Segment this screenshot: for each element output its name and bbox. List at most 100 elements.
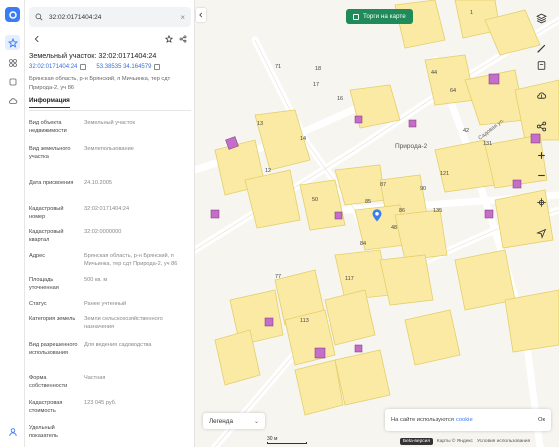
info-row-value: 24.10.2005 [84,180,112,186]
search-icon [35,13,43,21]
info-row: Вид объекта недвижимости Земельный участо… [29,119,191,136]
info-row-value: Земли сельскохозяйственного назначения [84,316,163,331]
plot-number-label: 64 [450,88,456,94]
plot-number-label: 50 [312,197,318,203]
legend-label: Легенда [209,417,233,425]
info-row-key: Площадь уточненная [29,277,59,292]
copy-icon[interactable] [154,64,161,70]
chevron-left-icon [199,12,203,18]
info-row: Форма собственности Частная [29,374,191,391]
app-logo-icon[interactable] [5,7,20,22]
info-row-key: Форма собственности [29,375,68,390]
legend-button[interactable]: Легенда ⌄ [203,413,265,429]
info-row-key: Статус [29,301,47,307]
terms-link[interactable]: Условия использования [477,439,530,444]
checkbox-icon [353,13,359,20]
plot-number-label: 16 [337,96,343,102]
info-row-value: 500 кв. м [84,277,108,283]
frame-icon[interactable] [5,74,20,89]
info-row-value: Для ведения садоводства [84,342,152,348]
cadastral-number-link[interactable]: 32:02:0171404:24 [29,64,77,70]
tab-divider [29,110,191,111]
favorites-star-icon[interactable] [5,35,20,50]
cloud-icon[interactable] [5,93,20,108]
info-row-value: 32:02:0000000 [84,229,122,235]
info-row: Дата присвоения 24.10.2005 [29,179,191,187]
plot-number-label: 135 [433,208,442,214]
share-map-icon[interactable] [532,117,550,135]
plot-number-label: 85 [365,199,371,205]
info-row-value: Брянская область, р-н Брянский, п Мичьин… [84,253,178,268]
geolocation-icon[interactable] [532,224,550,242]
info-row-key: Кадастровый номер [29,206,64,221]
collapse-panel-button[interactable] [196,8,206,22]
info-row-value [80,424,191,441]
info-row: Вид земельного участка Землепользование [29,145,191,162]
copy-icon[interactable] [80,64,87,70]
object-address: Брянская область, р-н Брянский, п Мичьин… [29,76,171,91]
map-view[interactable]: 2171181716131464879085861351311211171137… [195,0,559,447]
info-row: Кадастровый номер 32:02:0171404:24 [29,205,191,222]
chevron-down-icon: ⌄ [253,418,259,425]
info-row-key: Дата присвоения [29,180,74,186]
user-icon[interactable] [5,424,20,439]
search-input[interactable] [49,13,179,21]
info-row-value: Ранее учтенный [84,301,127,307]
ruler-icon[interactable] [532,39,550,57]
plot-number-label: 131 [483,141,492,147]
plot-number-label: 48 [391,225,397,231]
plot-number-label: 86 [399,208,405,214]
info-panel: × Земельный участок: 32:02:0171404:24 32… [25,0,195,447]
zoom-in-icon[interactable] [532,146,550,164]
scale-bar [267,442,307,444]
plot-number-label: 42 [463,128,469,134]
maps-copyright[interactable]: Карты © Яндекс [437,439,473,444]
share-icon[interactable] [179,35,187,43]
plot-number-label: 44 [431,70,437,76]
coords-link[interactable]: 53.38535 34.164579 [96,64,151,70]
plot-number-label: 1 [470,10,473,16]
torgi-toggle-button[interactable]: Торги на карте [346,9,413,24]
info-row: Категория земель Земли сельскохозяйственн… [29,315,191,332]
info-row-key: Категория земель [29,316,76,322]
panel-toolbar [33,33,187,45]
info-row-key: Кадастровый квартал [29,229,64,244]
left-rail [0,0,25,447]
torgi-label: Торги на карте [363,13,406,20]
info-row-key: Адрес [29,253,46,259]
place-label: Природа-2 [395,143,428,150]
compass-icon[interactable] [532,193,550,211]
plot-number-label: 121 [440,171,449,177]
info-row-key: Удельный показатель [29,425,58,440]
plot-number-label: 87 [380,182,386,188]
info-row-value: 123 045 руб. [84,400,117,406]
zoom-out-icon[interactable] [532,166,550,184]
edit-icon[interactable] [532,56,550,74]
plot-number-label: 84 [360,241,366,247]
layers-stack-icon[interactable] [532,9,550,27]
plot-number-label: 18 [315,66,321,72]
info-row-value: Земельный участок [84,120,135,126]
layers-icon[interactable] [5,55,20,70]
cloud-upload-icon[interactable] [532,86,550,104]
plot-number-label: 113 [300,318,309,324]
favorite-star-icon[interactable] [165,35,173,43]
cookie-text: На сайте используются [391,417,454,423]
info-row-key: Кадастровая стоимость [29,400,63,415]
cookie-link[interactable]: cookie [456,417,473,423]
location-pin-icon[interactable] [372,209,382,222]
beta-badge: Беta-версия [400,438,433,445]
info-row-value: Частная [84,375,106,381]
back-arrow-icon[interactable] [33,35,41,43]
info-row: Адрес Брянская область, р-н Брянский, п М… [29,252,191,269]
info-row-key: Вид разрешенного использования [29,342,78,357]
cookie-ok-button[interactable]: Ок [538,417,545,423]
tab-information[interactable]: Информация [29,97,70,108]
plot-number-label: 17 [313,82,319,88]
clear-search-icon[interactable]: × [180,13,185,22]
page-title: Земельный участок: 32:02:0171404:24 [29,51,157,60]
info-row: Удельный показатель [29,424,191,441]
plot-number-label: 14 [300,136,306,142]
plot-number-label: 13 [257,121,263,127]
map-canvas[interactable]: 2171181716131464879085861351311211171137… [195,0,559,447]
